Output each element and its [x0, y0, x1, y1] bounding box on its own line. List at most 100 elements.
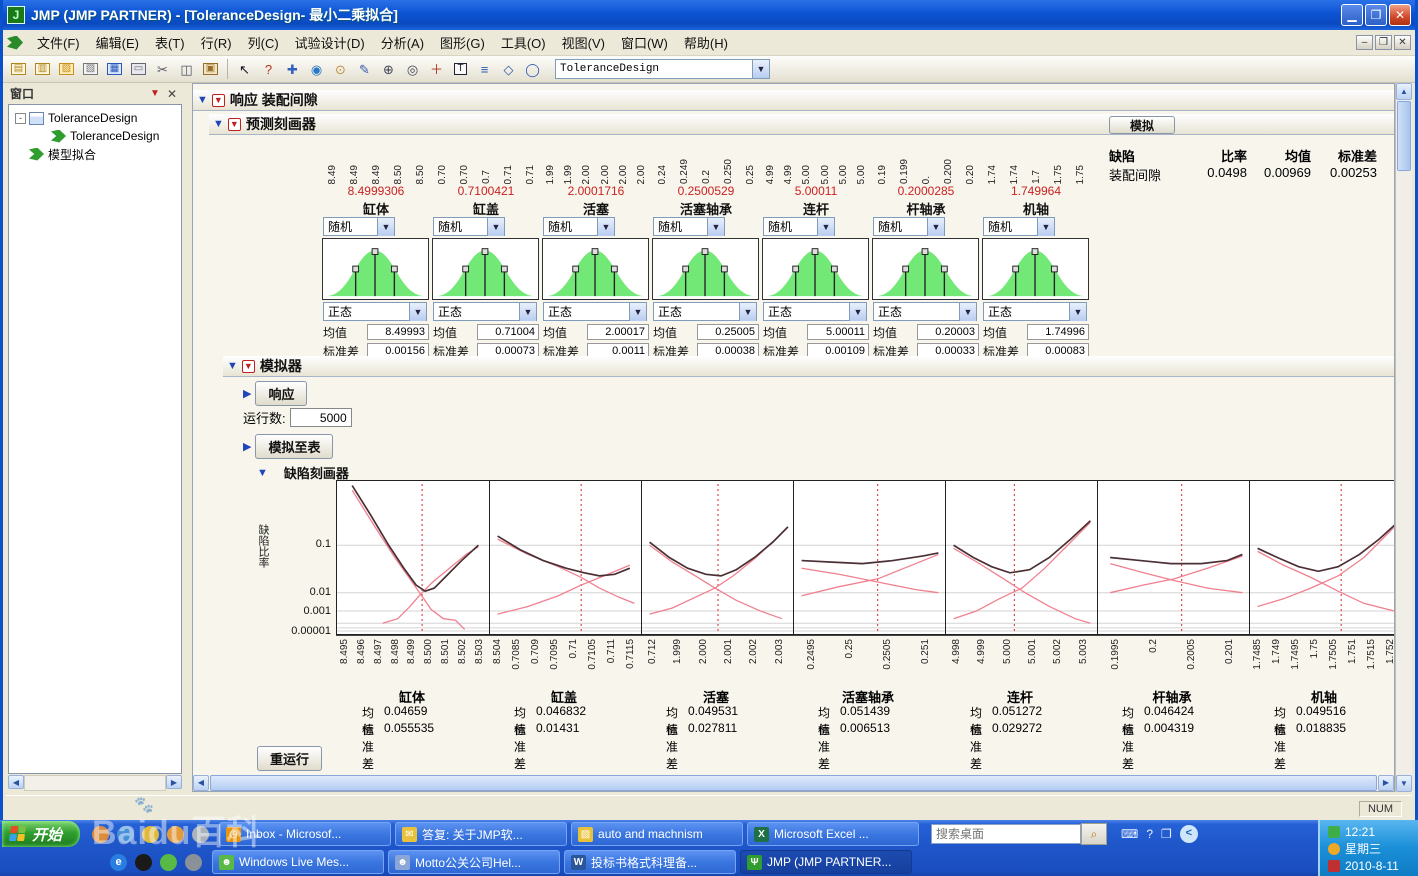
disclosure-open-icon[interactable]: ▼	[213, 118, 224, 130]
response-outline-header[interactable]: ▼ ▼ 响应 装配间隙	[193, 90, 1394, 111]
chevron-down-icon[interactable]: ▼	[752, 60, 769, 78]
chevron-down-icon[interactable]: ▼	[959, 303, 976, 321]
mean-field[interactable]: 0.25005	[697, 324, 759, 340]
random-select[interactable]: 随机▼	[873, 217, 945, 236]
copy-icon[interactable]: ◫	[175, 58, 198, 80]
panel-close-icon[interactable]: ✕	[164, 87, 180, 101]
simulate-button[interactable]: 模拟	[1109, 116, 1175, 134]
response-section-button[interactable]: 响应	[255, 381, 307, 406]
normal-select[interactable]: 正态▼	[653, 302, 757, 321]
globe-icon[interactable]: ◉	[305, 58, 328, 80]
tree-item-1[interactable]: ToleranceDesign	[11, 127, 179, 145]
simulate-to-table-button[interactable]: 模拟至表	[255, 434, 333, 459]
panel-splitter[interactable]	[184, 83, 192, 792]
quick-launch-ie-icon[interactable]: e	[110, 854, 127, 871]
task-button-word-icon[interactable]: W投标书格式科理备...	[564, 850, 736, 874]
random-select[interactable]: 随机▼	[653, 217, 725, 236]
oval-tool-icon[interactable]: ◯	[521, 58, 544, 80]
tree-item-0[interactable]: -ToleranceDesign	[11, 109, 179, 127]
menu-item-1[interactable]: 编辑(E)	[88, 30, 147, 55]
brush-icon[interactable]: ✎	[353, 58, 376, 80]
distribution-plot[interactable]	[982, 238, 1089, 300]
distribution-plot[interactable]	[432, 238, 539, 300]
task-button-folder-icon[interactable]: ▨auto and machnism	[571, 822, 743, 846]
mean-field[interactable]: 8.49993	[367, 324, 429, 340]
disclosure-open-icon[interactable]: ▼	[197, 94, 208, 106]
chevron-down-icon[interactable]: ▼	[927, 218, 944, 236]
distribution-plot[interactable]	[872, 238, 979, 300]
scroll-right-icon[interactable]: ▶	[166, 775, 182, 789]
search-input[interactable]	[931, 824, 1081, 844]
rerun-button[interactable]: 重运行	[257, 746, 322, 771]
normal-select[interactable]: 正态▼	[543, 302, 647, 321]
disclosure-open-icon[interactable]: ▼	[227, 360, 238, 372]
task-button-contact-icon[interactable]: ☻Motto公关公司Hel...	[388, 850, 560, 874]
defect-panel-3[interactable]	[793, 481, 945, 634]
chevron-down-icon[interactable]: ▼	[849, 303, 866, 321]
start-button[interactable]: 开始	[2, 821, 80, 847]
vscroll-thumb[interactable]	[1397, 101, 1411, 171]
menu-item-0[interactable]: 文件(F)	[29, 30, 88, 55]
menu-item-11[interactable]: 帮助(H)	[676, 30, 736, 55]
menu-item-7[interactable]: 图形(G)	[432, 30, 493, 55]
menu-item-9[interactable]: 视图(V)	[554, 30, 613, 55]
paste-icon[interactable]: ▣	[199, 58, 222, 80]
table-combo[interactable]: ToleranceDesign ▼	[555, 59, 770, 79]
simulator-outline-header[interactable]: ▼ ▼ 模拟器	[223, 356, 1394, 377]
runs-input[interactable]	[290, 408, 352, 427]
distribution-plot[interactable]	[652, 238, 759, 300]
chevron-down-icon[interactable]: ▼	[519, 303, 536, 321]
chevron-down-icon[interactable]: ▼	[1069, 303, 1086, 321]
random-select[interactable]: 随机▼	[763, 217, 835, 236]
random-select[interactable]: 随机▼	[323, 217, 395, 236]
sidebar-hscrollbar[interactable]: ◀ ▶	[8, 775, 182, 791]
scroll-left-icon[interactable]: ◀	[193, 775, 209, 791]
menu-item-10[interactable]: 窗口(W)	[613, 30, 676, 55]
quick-launch-qq-icon[interactable]	[135, 854, 152, 871]
panel-menu-icon[interactable]: ▼	[146, 88, 164, 99]
task-button-jmp-icon[interactable]: ΨJMP (JMP PARTNER...	[740, 850, 912, 874]
collapse-chevron-icon[interactable]: <	[1180, 825, 1198, 843]
plus-tool-icon[interactable]: ＋	[425, 58, 448, 80]
distribution-plot[interactable]	[542, 238, 649, 300]
open-folder-icon[interactable]: ▨	[55, 58, 78, 80]
content-vscrollbar[interactable]: ▲ ▼	[1395, 83, 1412, 792]
red-hotspot-icon[interactable]: ▼	[228, 118, 241, 131]
chevron-down-icon[interactable]: ▼	[707, 218, 724, 236]
new-document-icon[interactable]: ▤	[7, 58, 30, 80]
distribution-plot[interactable]	[322, 238, 429, 300]
task-button-outlook-icon[interactable]: ◷Inbox - Microsof...	[219, 822, 391, 846]
magnifier-plus-icon[interactable]: ⊕	[377, 58, 400, 80]
scroll-down-icon[interactable]: ▼	[1396, 775, 1412, 792]
normal-select[interactable]: 正态▼	[433, 302, 537, 321]
keyboard-icon[interactable]: ⌨	[1121, 827, 1138, 841]
menu-item-3[interactable]: 行(R)	[193, 30, 240, 55]
normal-select[interactable]: 正态▼	[873, 302, 977, 321]
cursor-icon[interactable]: ↖	[233, 58, 256, 80]
save-icon[interactable]: ▦	[103, 58, 126, 80]
menu-item-2[interactable]: 表(T)	[147, 30, 193, 55]
menu-item-8[interactable]: 工具(O)	[493, 30, 554, 55]
quick-launch-people-icon[interactable]	[92, 826, 109, 843]
text-tool-icon[interactable]: T	[449, 58, 472, 80]
red-hotspot-icon[interactable]: ▼	[242, 360, 255, 373]
hscroll-thumb[interactable]	[210, 775, 1377, 791]
random-select[interactable]: 随机▼	[543, 217, 615, 236]
chevron-down-icon[interactable]: ▼	[629, 303, 646, 321]
run-script-icon[interactable]: ▧	[79, 58, 102, 80]
chevron-down-icon[interactable]: ▼	[409, 303, 426, 321]
desktop-search[interactable]: ⌕	[931, 823, 1107, 845]
print-icon[interactable]: ▭	[127, 58, 150, 80]
task-button-messenger-icon[interactable]: ☻Windows Live Mes...	[212, 850, 384, 874]
chevron-down-icon[interactable]: ▼	[739, 303, 756, 321]
chevron-down-icon[interactable]: ▼	[597, 218, 614, 236]
mean-field[interactable]: 1.74996	[1027, 324, 1089, 340]
normal-select[interactable]: 正态▼	[983, 302, 1087, 321]
menu-item-5[interactable]: 试验设计(D)	[287, 30, 373, 55]
new-journal-icon[interactable]: ▥	[31, 58, 54, 80]
chevron-down-icon[interactable]: ▼	[1037, 218, 1054, 236]
scroll-left-icon[interactable]: ◀	[8, 775, 24, 789]
task-button-mail-icon[interactable]: ✉答复: 关于JMP软...	[395, 822, 567, 846]
magnifier-icon[interactable]: ◎	[401, 58, 424, 80]
disclosure-closed-icon[interactable]: ▶	[243, 387, 251, 400]
